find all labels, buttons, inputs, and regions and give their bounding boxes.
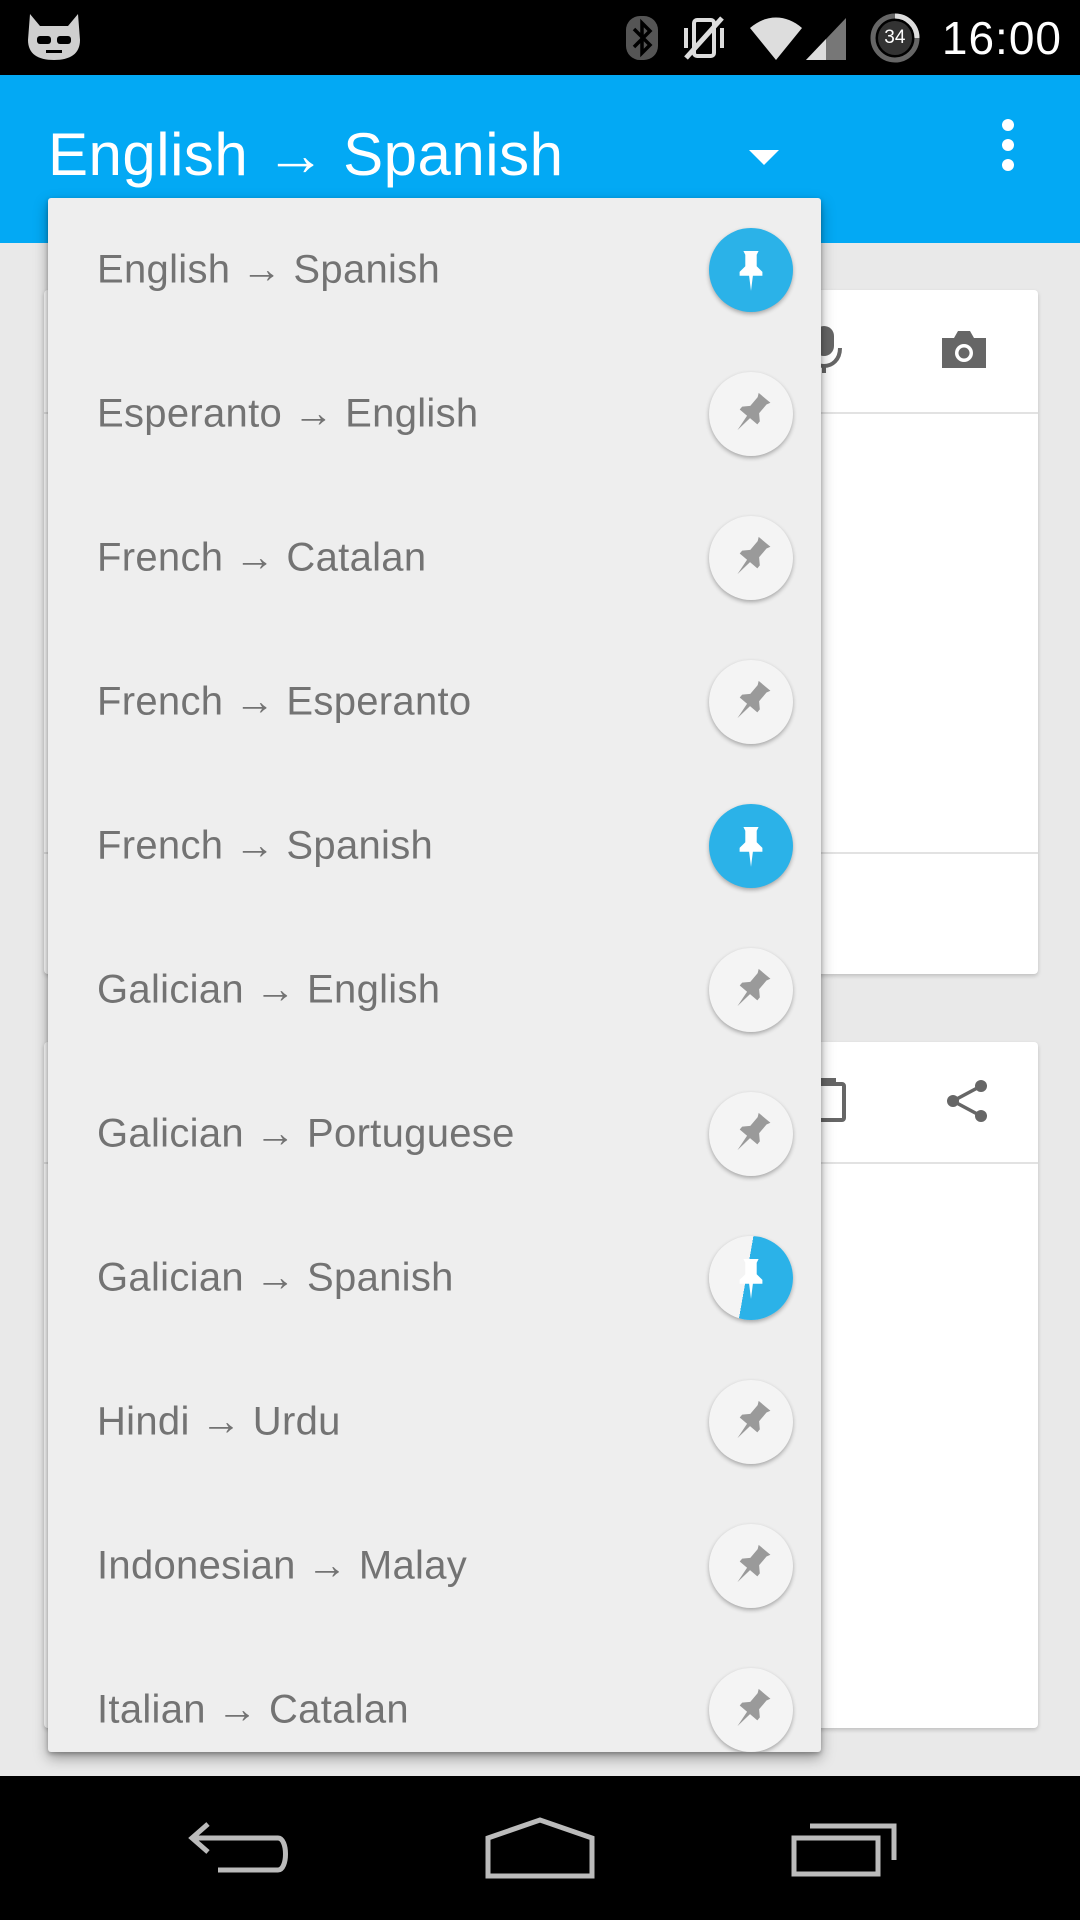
language-pair-spinner[interactable]: English → Spanish xyxy=(48,125,563,185)
dropdown-item[interactable]: Galician → English xyxy=(48,918,821,1062)
pin-button-toggling[interactable] xyxy=(709,1236,793,1320)
battery-icon: 34 xyxy=(870,13,920,63)
dropdown-item-label: Galician → English xyxy=(97,967,441,1012)
dropdown-item[interactable]: French → Esperanto xyxy=(48,630,821,774)
pin-icon xyxy=(737,968,771,1007)
pin-button[interactable] xyxy=(709,1092,793,1176)
language-pair-dropdown: English → Spanish Esperanto → English Fren… xyxy=(48,198,821,1752)
dropdown-item-label: French → Spanish xyxy=(97,823,434,868)
pin-button[interactable] xyxy=(709,1668,793,1752)
dropdown-item[interactable]: Esperanto → English xyxy=(48,342,821,486)
overflow-menu-icon xyxy=(1002,119,1014,131)
share-icon[interactable] xyxy=(944,1078,990,1124)
back-icon[interactable] xyxy=(188,1820,292,1876)
pin-icon xyxy=(737,1112,771,1151)
pin-button[interactable] xyxy=(709,516,793,600)
pin-button[interactable] xyxy=(709,372,793,456)
dropdown-item[interactable]: English → Spanish xyxy=(48,198,821,342)
camera-icon[interactable] xyxy=(940,328,988,370)
dropdown-item[interactable]: French → Catalan xyxy=(48,486,821,630)
pin-button[interactable] xyxy=(709,948,793,1032)
pin-icon xyxy=(737,1544,771,1583)
overflow-menu-button[interactable] xyxy=(968,105,1048,205)
signal-icon xyxy=(805,17,846,60)
pin-button[interactable] xyxy=(709,1524,793,1608)
wifi-icon xyxy=(749,17,802,60)
dropdown-item[interactable]: Hindi → Urdu xyxy=(48,1350,821,1494)
pin-icon xyxy=(739,251,763,291)
pin-icon xyxy=(737,1400,771,1439)
pin-button-active[interactable] xyxy=(709,804,793,888)
cyanogenmod-icon xyxy=(28,14,80,60)
overflow-dot xyxy=(1002,159,1014,171)
dropdown-item-label: French → Esperanto xyxy=(97,679,472,724)
battery-level: 34 xyxy=(884,26,906,48)
pin-icon xyxy=(739,827,763,867)
dropdown-item-label: Galician → Portuguese xyxy=(97,1111,515,1156)
dropdown-item-label: English → Spanish xyxy=(97,247,441,292)
pin-icon xyxy=(737,1688,771,1727)
pin-button-active[interactable] xyxy=(709,228,793,312)
navigation-bar xyxy=(0,1776,1080,1920)
pin-button[interactable] xyxy=(709,660,793,744)
dropdown-item[interactable]: French → Spanish xyxy=(48,774,821,918)
dropdown-item[interactable]: Italian → Catalan xyxy=(48,1638,821,1752)
home-icon[interactable] xyxy=(484,1816,596,1880)
overflow-dot xyxy=(1002,139,1014,151)
pin-icon xyxy=(737,680,771,719)
dropdown-item-label: Galician → Spanish xyxy=(97,1255,454,1300)
pin-button[interactable] xyxy=(709,1380,793,1464)
vibrate-off-icon xyxy=(683,15,724,60)
pin-icon xyxy=(737,392,771,431)
dropdown-item-label: Esperanto → English xyxy=(97,391,479,436)
dropdown-item-label: French → Catalan xyxy=(97,535,427,580)
dropdown-item-label: Italian → Catalan xyxy=(97,1687,409,1732)
status-bar: 34 16:00 xyxy=(0,0,1080,75)
bluetooth-icon xyxy=(625,15,658,60)
dropdown-item[interactable]: Galician → Spanish xyxy=(48,1206,821,1350)
pin-icon xyxy=(739,1259,763,1299)
dropdown-item[interactable]: Galician → Portuguese xyxy=(48,1062,821,1206)
dropdown-item-label: Indonesian → Malay xyxy=(97,1543,468,1588)
dropdown-item[interactable]: Indonesian → Malay xyxy=(48,1494,821,1638)
pin-icon xyxy=(737,536,771,575)
spinner-dropdown-arrow-icon[interactable] xyxy=(749,150,779,165)
dropdown-item-label: Hindi → Urdu xyxy=(97,1399,341,1444)
clock: 16:00 xyxy=(941,11,1062,64)
recents-icon[interactable] xyxy=(790,1820,898,1878)
